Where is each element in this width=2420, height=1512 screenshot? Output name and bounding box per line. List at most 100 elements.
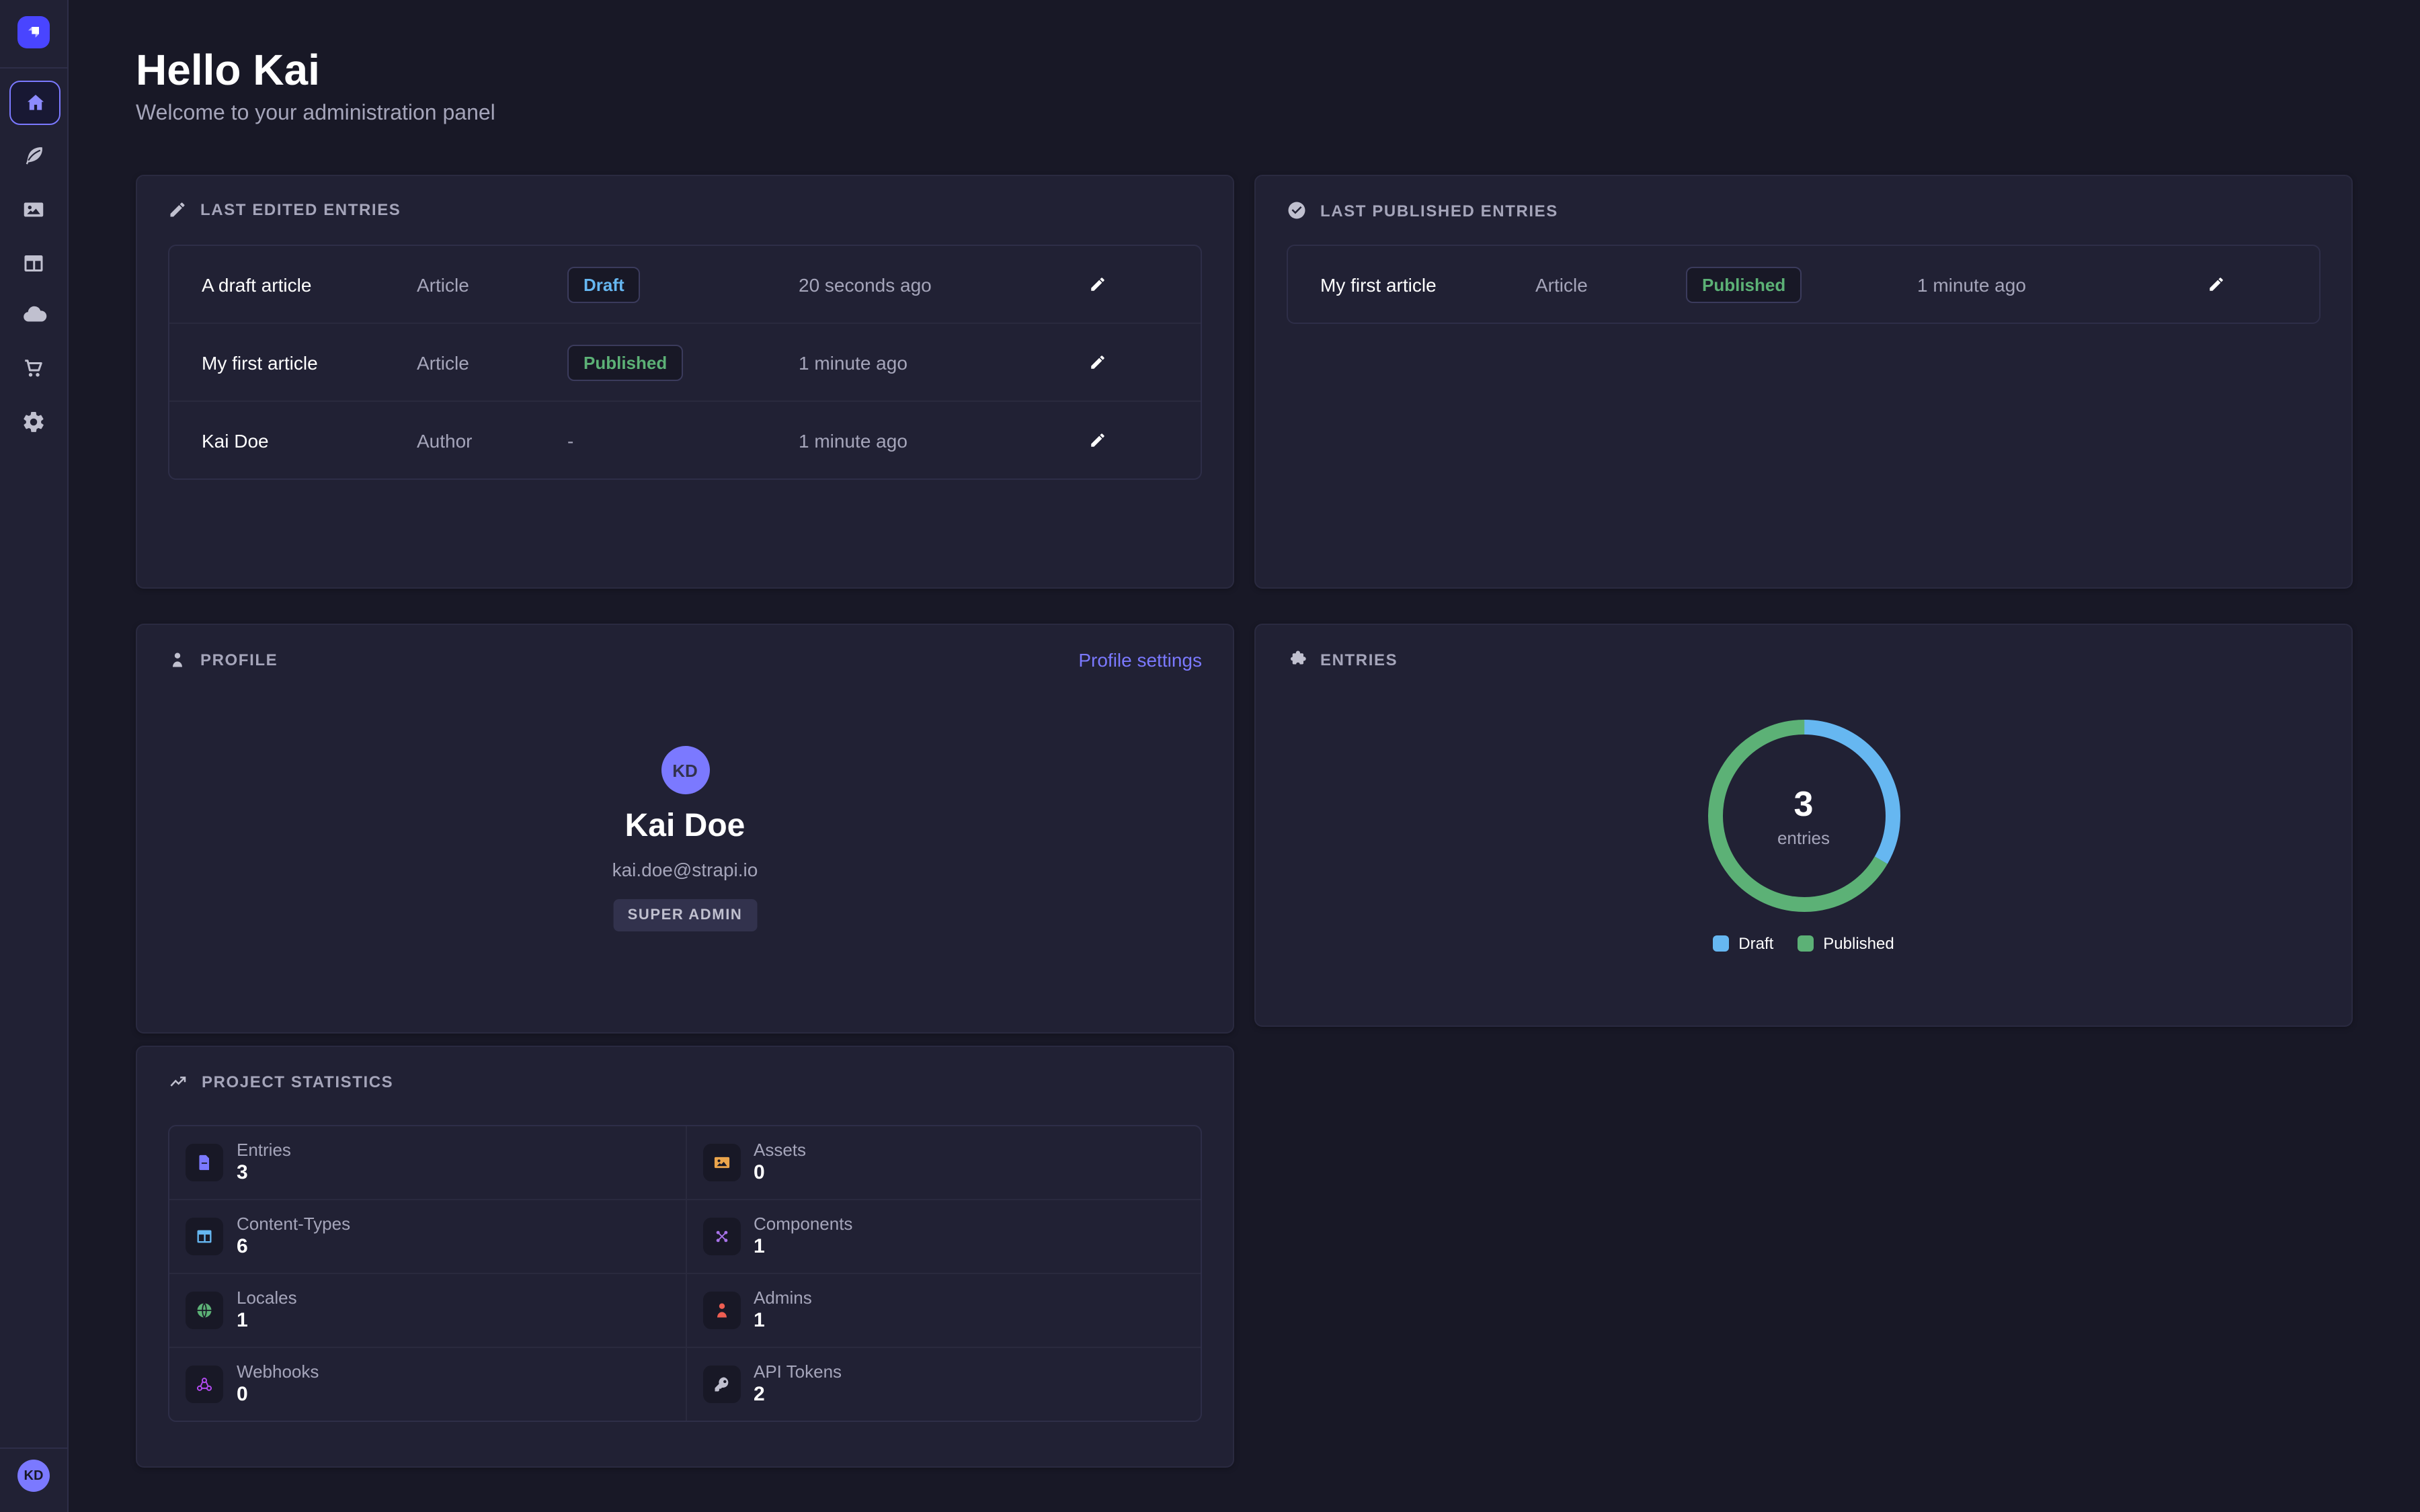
images-icon (22, 197, 46, 221)
stat-api-tokens: API Tokens 2 (685, 1348, 1201, 1421)
entry-time: 1 minute ago (799, 351, 908, 373)
stat-value: 1 (754, 1309, 812, 1333)
chart-legend: Draft Published (1256, 934, 2351, 953)
sidebar-item-content-manager[interactable] (9, 134, 58, 176)
cart-icon (22, 355, 46, 380)
status-badge: Draft (567, 266, 641, 302)
status-empty: - (567, 429, 573, 451)
last-published-entries-card: LAST PUBLISHED ENTRIES My first article … (1254, 175, 2353, 589)
stat-admins: Admins 1 (685, 1274, 1201, 1347)
layout-icon (22, 251, 46, 275)
status-badge: Published (567, 344, 683, 380)
entries-count: 3 (1794, 784, 1814, 825)
stat-label: Locales (237, 1288, 297, 1309)
sidebar-item-settings[interactable] (9, 401, 58, 442)
stat-assets: Assets 0 (685, 1126, 1201, 1199)
role-badge: SUPER ADMIN (613, 899, 758, 931)
stat-value: 3 (237, 1161, 291, 1185)
table-row[interactable]: My first article Article Published 1 min… (169, 324, 1201, 402)
entry-type: Author (417, 429, 473, 451)
document-icon (195, 1153, 214, 1172)
profile-email: kai.doe@strapi.io (137, 859, 1233, 880)
edit-button[interactable] (1080, 267, 1115, 302)
page-subtitle: Welcome to your administration panel (136, 102, 495, 126)
edit-button[interactable] (1080, 345, 1115, 380)
card-title: PROJECT STATISTICS (202, 1072, 393, 1091)
statistics-table: Entries 3 Assets 0 Content-Types (168, 1125, 1202, 1422)
stat-value: 1 (237, 1309, 297, 1333)
stat-locales: Locales 1 (169, 1274, 685, 1347)
sidebar-item-home[interactable] (9, 81, 61, 125)
card-title: ENTRIES (1320, 650, 1398, 669)
last-edited-table: A draft article Article Draft 20 seconds… (168, 245, 1202, 480)
entry-name: A draft article (202, 274, 311, 295)
pencil-icon (1088, 353, 1106, 371)
stat-label: Content-Types (237, 1214, 350, 1235)
sidebar-divider (0, 67, 67, 69)
stat-entries: Entries 3 (169, 1126, 685, 1199)
puzzle-icon (1287, 649, 1307, 669)
project-statistics-card: PROJECT STATISTICS Entries 3 Assets 0 (136, 1046, 1234, 1468)
stat-label: API Tokens (754, 1361, 842, 1383)
gear-icon (22, 409, 46, 433)
pencil-icon (1088, 276, 1106, 293)
webhook-icon (195, 1375, 214, 1394)
layout-icon (195, 1227, 214, 1246)
stat-label: Webhooks (237, 1361, 319, 1383)
legend-swatch-draft (1713, 935, 1729, 952)
stat-value: 1 (754, 1235, 852, 1259)
stat-content-types: Content-Types 6 (169, 1200, 685, 1273)
stat-label: Admins (754, 1288, 812, 1309)
legend-item-published: Published (1798, 934, 1894, 953)
user-icon (712, 1301, 731, 1320)
sidebar-item-media-library[interactable] (9, 188, 58, 230)
entries-donut-chart: 3 entries (1696, 708, 1911, 923)
stat-value: 2 (754, 1383, 842, 1407)
stat-webhooks: Webhooks 0 (169, 1348, 685, 1421)
sidebar-item-content-type-builder[interactable] (9, 242, 58, 284)
sidebar-item-marketplace[interactable] (9, 347, 58, 388)
table-row[interactable]: A draft article Article Draft 20 seconds… (169, 246, 1201, 324)
entries-count-label: entries (1777, 828, 1830, 848)
admin-dashboard: KD Hello Kai Welcome to your administrat… (0, 0, 2420, 1512)
sidebar-item-deploy[interactable] (9, 294, 58, 336)
legend-swatch-published (1798, 935, 1814, 952)
molecule-icon (712, 1227, 731, 1246)
stat-label: Entries (237, 1140, 291, 1161)
edit-button[interactable] (2198, 267, 2233, 302)
entry-name: Kai Doe (202, 429, 269, 451)
profile-name: Kai Doe (137, 808, 1233, 845)
legend-label: Draft (1738, 934, 1773, 953)
sidebar-user-avatar[interactable]: KD (17, 1460, 50, 1492)
home-icon (24, 91, 46, 114)
profile-settings-link[interactable]: Profile settings (1078, 649, 1202, 671)
card-title: LAST EDITED ENTRIES (200, 200, 401, 219)
person-icon (168, 650, 187, 669)
entry-time: 1 minute ago (799, 429, 908, 451)
edit-button[interactable] (1080, 423, 1115, 458)
profile-card: PROFILE Profile settings KD Kai Doe kai.… (136, 624, 1234, 1034)
pencil-icon (2207, 276, 2224, 293)
card-title: PROFILE (200, 650, 278, 669)
table-row[interactable]: Kai Doe Author - 1 minute ago (169, 402, 1201, 478)
strapi-logo-icon[interactable] (17, 16, 50, 48)
card-title: LAST PUBLISHED ENTRIES (1320, 201, 1558, 220)
trend-up-icon (168, 1071, 188, 1091)
stat-value: 0 (754, 1161, 806, 1185)
stat-label: Components (754, 1214, 852, 1235)
entry-type: Article (1535, 274, 1588, 295)
sidebar: KD (0, 0, 69, 1512)
entry-type: Article (417, 351, 469, 373)
entry-type: Article (417, 274, 469, 295)
table-row[interactable]: My first article Article Published 1 min… (1288, 246, 2319, 323)
status-badge: Published (1686, 266, 1802, 302)
stat-components: Components 1 (685, 1200, 1201, 1273)
entry-time: 20 seconds ago (799, 274, 932, 295)
sidebar-bottom-divider (0, 1447, 67, 1449)
entry-name: My first article (202, 351, 318, 373)
cloud-icon (21, 302, 46, 328)
stat-value: 6 (237, 1235, 350, 1259)
pencil-icon (168, 200, 187, 219)
last-published-table: My first article Article Published 1 min… (1287, 245, 2321, 324)
pencil-icon (1088, 431, 1106, 449)
